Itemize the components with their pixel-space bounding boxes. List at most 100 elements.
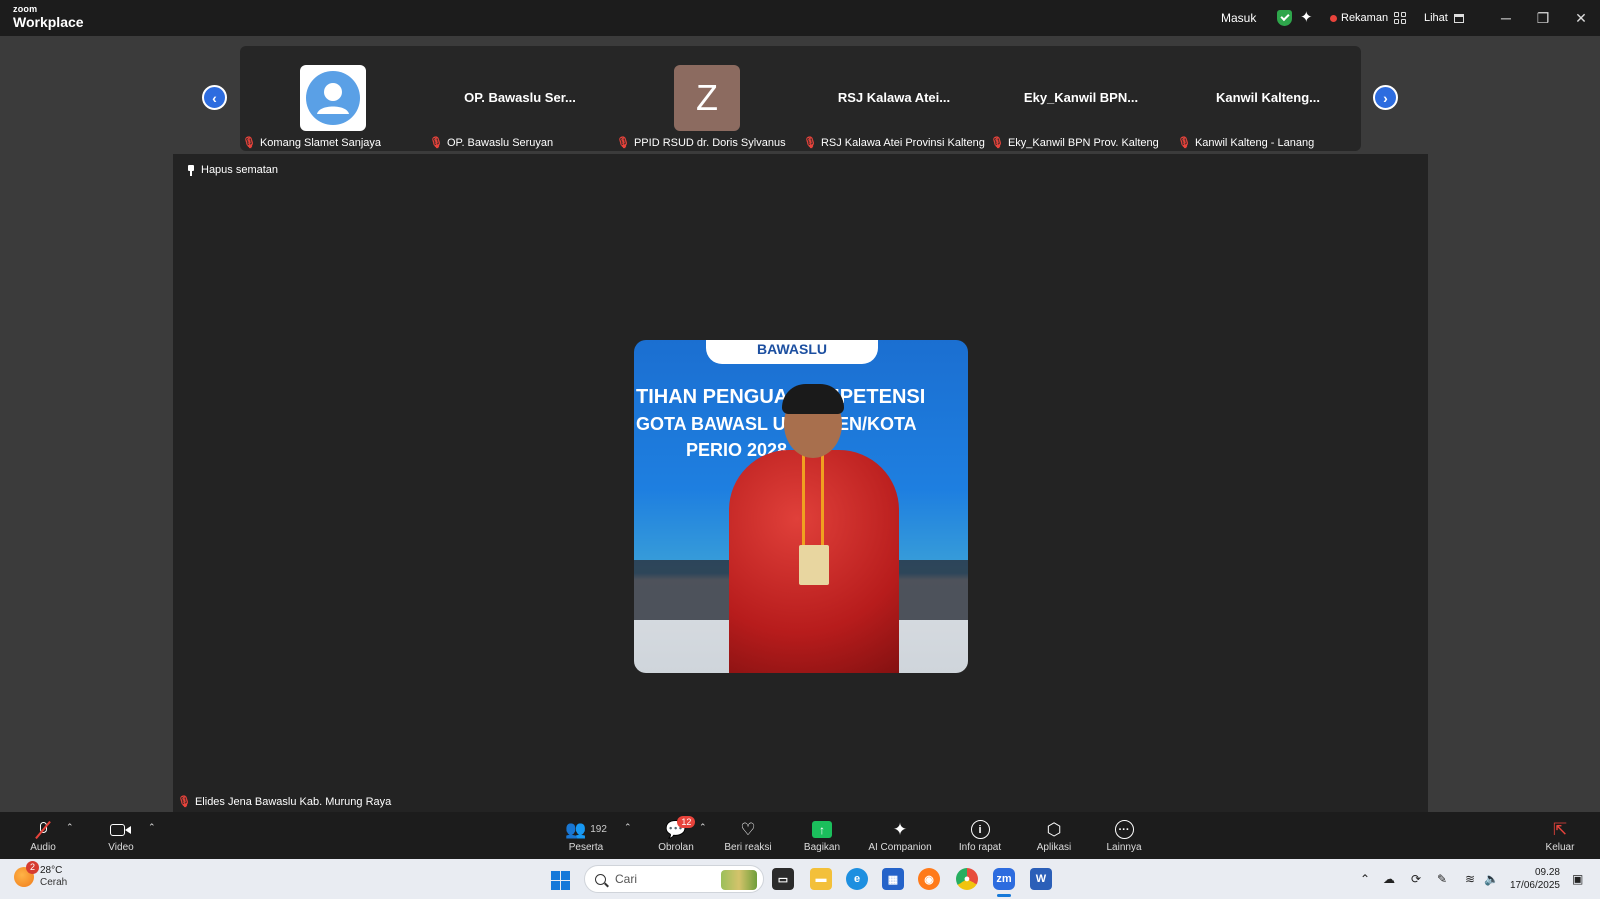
participant-label: OP. Bawaslu Seruyan [446,136,554,149]
participant-display-name: Eky_Kanwil BPN... [1023,90,1139,105]
volume-icon[interactable]: 🔈 [1484,859,1499,899]
photo-person-hair [782,384,844,414]
edge-browser-icon[interactable]: e [846,868,868,890]
participant-tile[interactable]: OP. Bawaslu Ser... 🎙 OP. Bawaslu Seruyan [427,46,613,151]
participants-count: 192 [590,824,607,835]
ai-sparkle-icon: ✦ [892,819,908,839]
pen-input-icon[interactable]: ✎ [1437,859,1447,899]
mic-muted-icon: 🎙 [616,137,630,149]
participant-tile[interactable]: Kanwil Kalteng... 🎙 Kanwil Kalteng - Lana… [1175,46,1361,151]
video-options-chevron-icon[interactable]: ⌃ [148,822,156,833]
participant-tile[interactable]: RSJ Kalawa Atei... 🎙 RSJ Kalawa Atei Prov… [801,46,987,151]
participant-display-name: RSJ Kalawa Atei... [837,90,951,105]
share-button[interactable]: ↑ Bagikan [801,812,843,859]
participant-label: Komang Slamet Sanjaya [259,136,382,149]
clock-date: 17/06/2025 [1509,880,1560,891]
taskbar-search-input[interactable]: Cari [584,865,764,893]
speaker-name: Elides Jena Bawaslu Kab. Murung Raya [194,795,392,808]
mic-muted-icon: 🎙 [803,137,817,149]
close-icon[interactable]: ✕ [1562,0,1600,36]
ai-companion-button[interactable]: ✦ AI Companion [866,812,934,859]
photo-lanyard [802,452,824,552]
avatar [300,65,366,131]
mic-muted-icon: 🎙 [429,137,443,149]
speaker-profile-photo: BAWASLU TIHAN PENGUA KOMPETENSI GOTA BAW… [634,340,968,673]
gallery-grid-icon[interactable] [1394,12,1407,24]
recording-label: Rekaman [1341,12,1389,24]
view-button[interactable]: Lihat [1424,0,1464,36]
chat-button[interactable]: 💬 12 Obrolan [656,812,696,859]
windows-start-icon[interactable] [551,871,570,890]
chat-options-chevron-icon[interactable]: ⌃ [699,822,707,833]
ai-sparkle-icon[interactable]: ✦ [1300,8,1313,26]
participant-tile[interactable]: 🎙 Komang Slamet Sanjaya [240,46,426,151]
unpin-label: Hapus sematan [201,164,279,176]
search-icon [595,873,606,885]
chrome-icon[interactable]: ● [956,868,978,890]
zoom-window: zoom Workplace Masuk ✦ Rekaman Lihat ─ ❐… [0,0,1600,899]
mic-muted-icon: 🎙 [990,137,1004,149]
more-dots-icon: ··· [1114,820,1134,839]
ai-companion-label: AI Companion [868,841,932,853]
avatar: Z [674,65,740,131]
mic-muted-icon [35,820,51,839]
sun-weather-icon: 2 [14,861,39,887]
active-speaker-stage: Hapus sematan BAWASLU TIHAN PENGUA KOMPE… [173,154,1428,812]
zoom-app-icon[interactable]: zm [993,868,1015,890]
word-icon[interactable]: W [1030,868,1052,890]
participant-label: PPID RSUD dr. Doris Sylvanus [633,136,786,149]
unpin-button[interactable]: Hapus sematan [187,164,278,176]
apps-button[interactable]: ⬡ Aplikasi [1034,812,1074,859]
participants-button[interactable]: 👥 192 Peserta [565,812,607,859]
strip-next-button[interactable]: › [1373,85,1398,110]
tray-overflow-chevron-icon[interactable]: ⌃ [1360,859,1370,899]
chat-unread-badge: 12 [677,815,696,828]
video-camera-icon [110,823,132,837]
recording-indicator[interactable]: Rekaman [1330,0,1388,36]
audio-options-chevron-icon[interactable]: ⌃ [66,822,74,833]
zoom-logo: zoom Workplace [13,4,84,30]
participant-tile[interactable]: Z 🎙 PPID RSUD dr. Doris Sylvanus [614,46,800,151]
view-label: Lihat [1424,12,1448,24]
video-label: Video [108,841,134,853]
participant-tile[interactable]: Eky_Kanwil BPN... 🎙 Eky_Kanwil BPN Prov. … [988,46,1174,151]
notification-icon[interactable]: ▣ [1572,859,1583,899]
leave-button[interactable]: ⇱ Keluar [1544,812,1576,859]
file-explorer-icon[interactable]: ▬ [810,868,832,890]
more-button[interactable]: ··· Lainnya [1104,812,1144,859]
minimize-icon[interactable]: ─ [1487,0,1525,36]
participant-label: Kanwil Kalteng - Lanang [1194,136,1315,149]
system-clock[interactable]: 09.28 17/06/2025 [1500,866,1560,892]
security-shield-icon[interactable] [1277,10,1292,26]
heart-icon: ♡ [740,819,756,839]
onedrive-cloud-icon[interactable]: ☁ [1383,859,1395,899]
video-button[interactable]: Video [106,812,136,859]
microsoft-store-icon[interactable]: ▦ [882,868,904,890]
meeting-info-button[interactable]: i Info rapat [956,812,1004,859]
firefox-icon[interactable]: ◉ [918,868,940,890]
logo-small-text: zoom [13,4,38,14]
audio-label: Audio [30,841,56,853]
participants-icon: 👥 [565,819,587,839]
wifi-icon[interactable]: ≋ [1465,859,1475,899]
restore-icon[interactable]: ❐ [1524,0,1562,36]
participant-label: Eky_Kanwil BPN Prov. Kalteng [1007,136,1159,149]
mic-muted-icon: 🎙 [1177,137,1191,149]
active-app-indicator [997,894,1011,897]
participant-display-name: OP. Bawaslu Ser... [464,90,576,105]
clock-time: 09.28 [1534,867,1560,878]
photo-id-badge [799,545,829,585]
task-view-icon[interactable]: ▭ [772,868,794,890]
weather-badge: 2 [26,861,39,874]
weather-widget[interactable]: 2 28°C Cerah [14,861,67,889]
reactions-button[interactable]: ♡ Beri reaksi [723,812,773,859]
pin-icon [187,164,195,176]
meeting-toolbar: Audio ⌃ Video ⌃ 👥 192 Peserta ⌃ 💬 12 Obrol… [0,812,1600,859]
audio-button[interactable]: Audio [28,812,58,859]
sync-icon[interactable]: ⟳ [1411,859,1421,899]
strip-prev-button[interactable]: ‹ [202,85,227,110]
participants-options-chevron-icon[interactable]: ⌃ [624,822,632,833]
sign-in-button[interactable]: Masuk [1221,0,1256,36]
participant-label: RSJ Kalawa Atei Provinsi Kalteng [820,136,985,149]
participants-label: Peserta [568,841,604,853]
